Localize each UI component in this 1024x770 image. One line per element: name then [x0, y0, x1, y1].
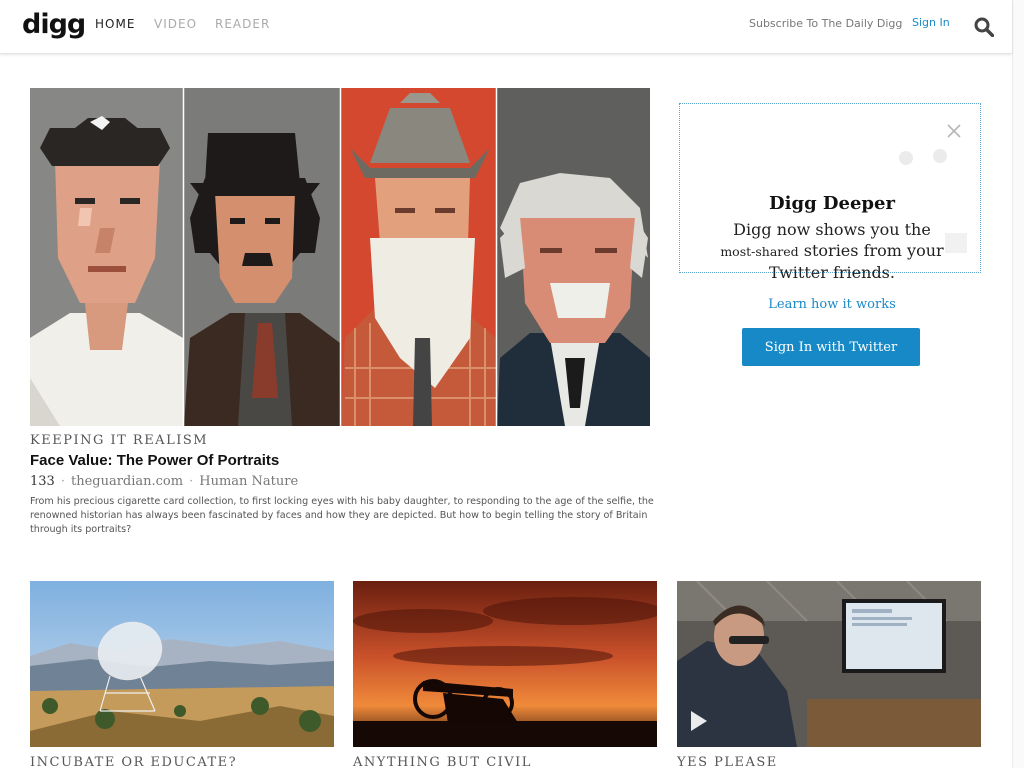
- card-image-cannon-sunset[interactable]: [353, 581, 657, 747]
- card-image-office-video[interactable]: [677, 581, 981, 747]
- digg-logo[interactable]: digg: [22, 9, 86, 40]
- scrollbar-track[interactable]: [1012, 0, 1024, 768]
- promo-title: Digg Deeper: [769, 193, 895, 214]
- portrait-panel-3: [341, 88, 496, 426]
- search-icon[interactable]: [974, 17, 994, 37]
- hero-description: From his precious cigarette card collect…: [30, 496, 654, 535]
- promo-text-line3: Twitter friends.: [769, 263, 895, 282]
- hero-title-link[interactable]: Face Value: The Power Of Portraits: [30, 452, 279, 469]
- meta-separator: ·: [60, 474, 65, 489]
- category-link[interactable]: Human Nature: [199, 474, 298, 489]
- nav-video[interactable]: VIDEO: [154, 17, 197, 31]
- hero-portraits-image[interactable]: [30, 88, 650, 426]
- sign-in-link[interactable]: Sign In: [912, 16, 950, 29]
- portrait-panel-4: [497, 88, 650, 426]
- card-image-telescope[interactable]: [30, 581, 334, 747]
- top-navigation-bar: digg HOME VIDEO READER Subscribe To The …: [0, 0, 1012, 54]
- source-domain[interactable]: theguardian.com: [71, 474, 183, 489]
- promo-text-small: most-shared: [720, 244, 799, 259]
- learn-how-it-works-link[interactable]: Learn how it works: [679, 297, 985, 312]
- hero-meta: 133 · theguardian.com · Human Nature: [30, 474, 298, 489]
- hero-kicker: KEEPING IT REALISM: [30, 433, 209, 448]
- promo-text-line2-rest: stories from your: [803, 241, 944, 260]
- digg-count[interactable]: 133: [30, 474, 55, 489]
- portrait-panel-1: [30, 88, 183, 426]
- promo-text: Digg now shows you the most-shared stori…: [679, 219, 985, 283]
- nav-reader[interactable]: READER: [215, 17, 270, 31]
- nav-home[interactable]: HOME: [95, 17, 135, 31]
- portrait-panel-2: [184, 88, 340, 426]
- promo-text-line2: most-shared stories from your: [679, 240, 985, 262]
- subscribe-daily-digg-link[interactable]: Subscribe To The Daily Digg: [749, 17, 902, 30]
- sign-in-with-twitter-button[interactable]: Sign In with Twitter: [742, 328, 920, 366]
- meta-separator: ·: [189, 474, 194, 489]
- promo-text-line1: Digg now shows you the: [733, 220, 931, 239]
- close-icon[interactable]: [946, 123, 962, 139]
